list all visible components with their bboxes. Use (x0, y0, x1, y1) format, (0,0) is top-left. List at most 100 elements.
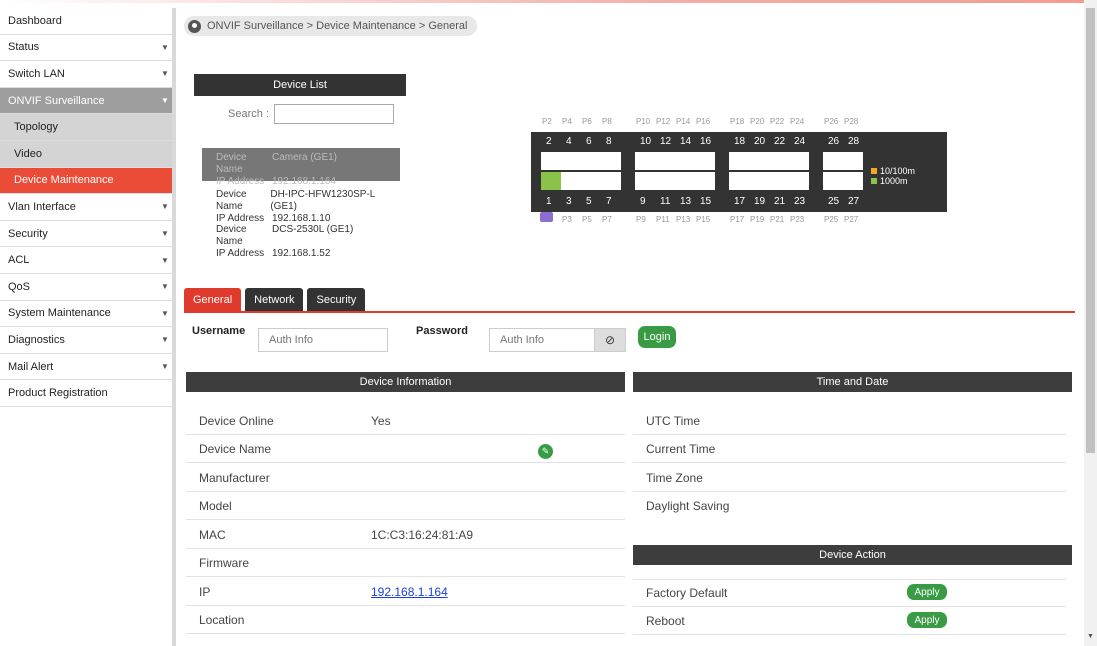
switch-panel-diagram: 10/100m 1000m 2 4 6 8 10 12 14 16 18 20 22 24 26 28 1 3… (530, 115, 962, 225)
table-row: Model (186, 492, 625, 520)
time-date-title: Time and Date (816, 376, 889, 388)
login-button[interactable]: Login (638, 326, 676, 348)
switch-port[interactable] (541, 152, 561, 170)
switch-port[interactable] (749, 172, 769, 190)
scrollbar-thumb[interactable] (1086, 8, 1095, 453)
switch-port[interactable] (729, 172, 749, 190)
legend-label: 1000m (880, 176, 908, 186)
sidebar-item-video[interactable]: Video (0, 140, 172, 168)
sidebar-item-mail-alert[interactable]: Mail Alert ▼ (0, 353, 172, 381)
show-password-icon[interactable]: ⊘ (594, 328, 626, 352)
sidebar-item-dashboard[interactable]: Dashboard (0, 8, 172, 35)
info-label: Manufacturer (199, 470, 270, 485)
switch-port[interactable] (655, 172, 675, 190)
breadcrumb-text: ONVIF Surveillance > Device Maintenance … (207, 20, 468, 32)
sidebar-item-label: System Maintenance (8, 307, 111, 320)
device-list-item[interactable]: Device Name DH-IPC-HFW1230SP-L (GE1) IP A… (202, 185, 400, 224)
time-label: Time Zone (646, 470, 703, 485)
tab-security[interactable]: Security (307, 288, 366, 312)
ip-link[interactable]: 192.168.1.164 (371, 585, 448, 599)
switch-port[interactable] (789, 152, 809, 170)
switch-port[interactable] (823, 152, 843, 170)
switch-port[interactable] (601, 152, 621, 170)
tab-general[interactable]: General (184, 288, 242, 312)
scroll-down-arrow-icon[interactable]: ▼ (1087, 633, 1094, 640)
device-list-item[interactable]: Device Name DCS-2530L (GE1) IP Address 192… (202, 220, 400, 259)
sidebar-item-system-maintenance[interactable]: System Maintenance ▼ (0, 300, 172, 328)
factory-default-apply-button[interactable]: Apply (907, 584, 947, 600)
switch-port[interactable] (843, 172, 863, 190)
sidebar-item-qos[interactable]: QoS ▼ (0, 273, 172, 301)
sidebar-item-label: Dashboard (8, 14, 62, 27)
port-number: 11 (660, 196, 671, 207)
legend-swatch (871, 168, 877, 174)
switch-port[interactable] (601, 172, 621, 190)
switch-chassis: 10/100m 1000m 2 4 6 8 10 12 14 16 18 20 22 24 26 28 1 3… (531, 132, 947, 212)
switch-port[interactable] (729, 152, 749, 170)
sidebar-item-label: Video (14, 147, 42, 160)
switch-port[interactable] (561, 172, 581, 190)
legend-label: 10/100m (880, 166, 916, 176)
switch-port[interactable] (789, 172, 809, 190)
port-number: 27 (848, 196, 860, 207)
sidebar-item-label: Device Maintenance (14, 174, 114, 187)
password-input[interactable] (489, 328, 595, 352)
sidebar-item-onvif-surveillance[interactable]: ONVIF Surveillance ▼ (0, 87, 172, 115)
sidebar-item-topology[interactable]: Topology (0, 114, 172, 141)
device-name-label: Device Name (216, 152, 247, 175)
port-label: P21 (770, 215, 785, 224)
switch-port[interactable] (655, 152, 675, 170)
sidebar-item-security[interactable]: Security ▼ (0, 220, 172, 248)
legend-item: 10/100m (871, 166, 915, 176)
switch-port[interactable] (749, 152, 769, 170)
switch-port[interactable] (561, 152, 581, 170)
port-number: 18 (734, 136, 746, 147)
sidebar-item-switch-lan[interactable]: Switch LAN ▼ (0, 61, 172, 88)
switch-port[interactable] (769, 172, 789, 190)
action-label: Factory Default (646, 586, 728, 600)
chevron-down-icon: ▼ (161, 255, 169, 265)
port-label: P11 (656, 215, 670, 224)
tab-network[interactable]: Network (245, 288, 304, 312)
vertical-scrollbar[interactable]: ▼ (1084, 0, 1097, 646)
switch-port[interactable] (635, 172, 655, 190)
port-number: 15 (700, 196, 712, 207)
switch-port[interactable] (823, 172, 843, 190)
switch-port[interactable] (843, 152, 863, 170)
device-search-input[interactable] (274, 104, 394, 124)
port-number: 23 (794, 196, 806, 207)
switch-port[interactable] (695, 172, 715, 190)
switch-port[interactable] (675, 172, 695, 190)
sidebar-item-product-registration[interactable]: Product Registration (0, 380, 172, 407)
username-input[interactable] (258, 328, 388, 352)
chevron-down-icon: ▼ (161, 202, 169, 212)
sidebar-item-status[interactable]: Status ▼ (0, 34, 172, 62)
port-speed-legend: 10/100m 1000m (871, 166, 915, 186)
switch-port[interactable] (769, 152, 789, 170)
sidebar-item-device-maintenance[interactable]: Device Maintenance (0, 167, 172, 195)
switch-port[interactable] (695, 152, 715, 170)
switch-port[interactable] (635, 152, 655, 170)
sidebar-item-vlan-interface[interactable]: Vlan Interface ▼ (0, 194, 172, 221)
port-number: 5 (586, 196, 592, 207)
device-list-title: Device List (273, 79, 327, 91)
camera-device-icon[interactable] (540, 212, 553, 222)
reboot-apply-button[interactable]: Apply (907, 612, 947, 628)
table-row: UTC Time (633, 407, 1066, 435)
device-list-item[interactable]: Device Name Camera (GE1) IP Address 192.16… (202, 148, 400, 187)
switch-port[interactable] (675, 152, 695, 170)
switch-port[interactable] (581, 172, 601, 190)
info-label: MAC (199, 527, 226, 542)
sidebar-item-diagnostics[interactable]: Diagnostics ▼ (0, 327, 172, 354)
info-value: Yes (371, 413, 391, 428)
port-label: P6 (582, 117, 592, 126)
edit-wrench-icon[interactable]: ✎ (538, 444, 553, 459)
info-label: Device Online (199, 413, 274, 428)
port-number: 22 (774, 136, 786, 147)
table-row: Time Zone (633, 464, 1066, 492)
chevron-down-icon: ▼ (161, 362, 169, 372)
switch-port[interactable] (581, 152, 601, 170)
sidebar-item-acl[interactable]: ACL ▼ (0, 247, 172, 274)
switch-port[interactable] (541, 172, 561, 190)
device-info-title: Device Information (359, 376, 452, 388)
